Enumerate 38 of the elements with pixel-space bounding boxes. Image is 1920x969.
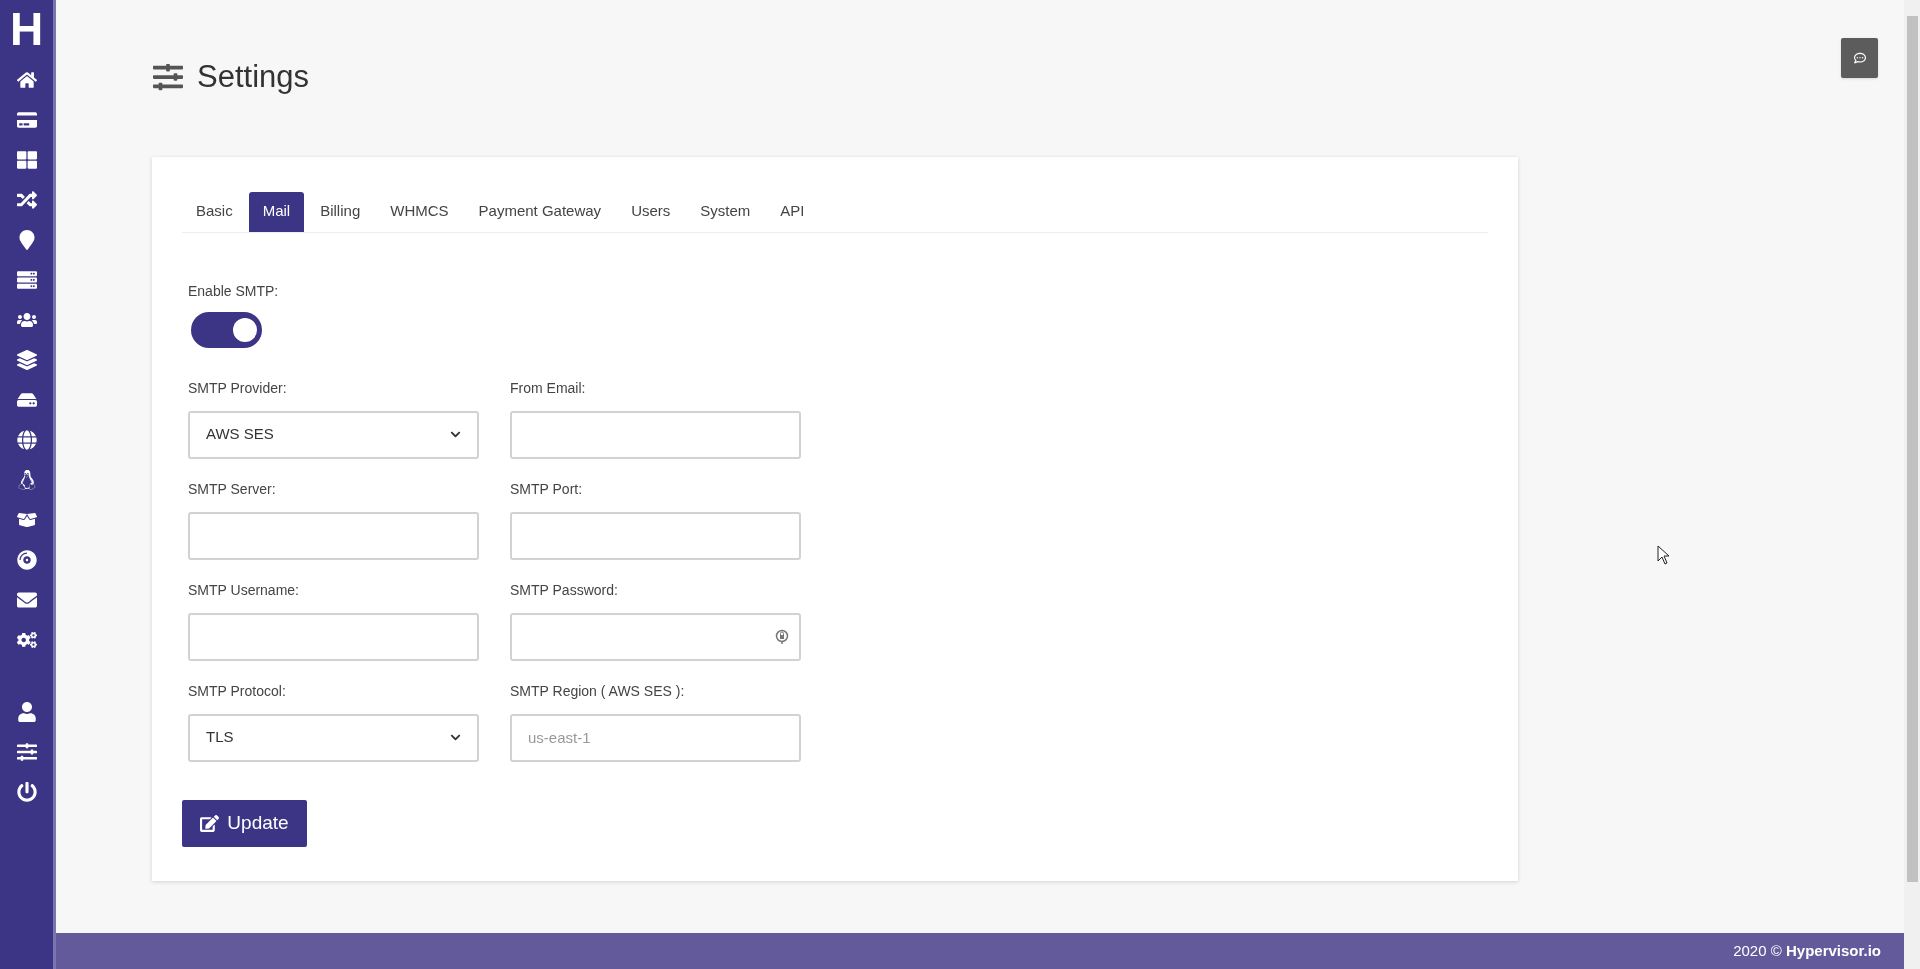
field-label: SMTP Port: — [510, 479, 584, 499]
lock-icon — [775, 628, 789, 645]
select-field[interactable]: AWS SES — [188, 410, 479, 459]
tab[interactable]: System — [686, 191, 765, 232]
tab[interactable]: API — [766, 191, 819, 232]
select-field[interactable]: TLS — [188, 713, 479, 762]
toggle-switch[interactable] — [191, 311, 262, 348]
logo: H — [9, 6, 44, 52]
field-label: From Email: — [510, 378, 587, 398]
field-label: SMTP Protocol: — [188, 681, 287, 701]
chat-button[interactable] — [1841, 38, 1878, 78]
chat-icon — [1853, 52, 1866, 64]
tab[interactable]: Mail — [248, 191, 305, 232]
sliders-icon — [153, 62, 183, 93]
update-button[interactable]: Update — [182, 799, 307, 847]
cursor-icon — [1657, 545, 1671, 565]
tab[interactable]: WHMCS — [376, 191, 463, 232]
field-label: SMTP Username: — [188, 580, 300, 600]
tab[interactable]: Users — [617, 191, 685, 232]
text-field[interactable] — [510, 410, 801, 459]
chevron-icon — [450, 429, 461, 440]
password-field[interactable] — [510, 612, 801, 661]
text-field[interactable] — [510, 511, 801, 560]
field-label: SMTP Provider: — [188, 378, 288, 398]
tab[interactable]: Payment Gateway — [464, 191, 616, 232]
tab[interactable]: Billing — [306, 191, 375, 232]
chevron-icon — [450, 732, 461, 743]
copyright-text: 2020 © Hypervisor.io — [1733, 940, 1881, 961]
text-field[interactable] — [188, 511, 479, 560]
text-field[interactable]: us-east-1 — [510, 713, 801, 762]
tab[interactable]: Basic — [182, 191, 247, 232]
text-field[interactable] — [188, 612, 479, 661]
field-label: SMTP Server: — [188, 479, 277, 499]
field-label: SMTP Password: — [510, 580, 619, 600]
edit-icon — [200, 813, 220, 833]
field-label: SMTP Region ( AWS SES ): — [510, 681, 686, 701]
field-label: Enable SMTP: — [188, 281, 280, 301]
page-title: Settings — [197, 58, 309, 96]
